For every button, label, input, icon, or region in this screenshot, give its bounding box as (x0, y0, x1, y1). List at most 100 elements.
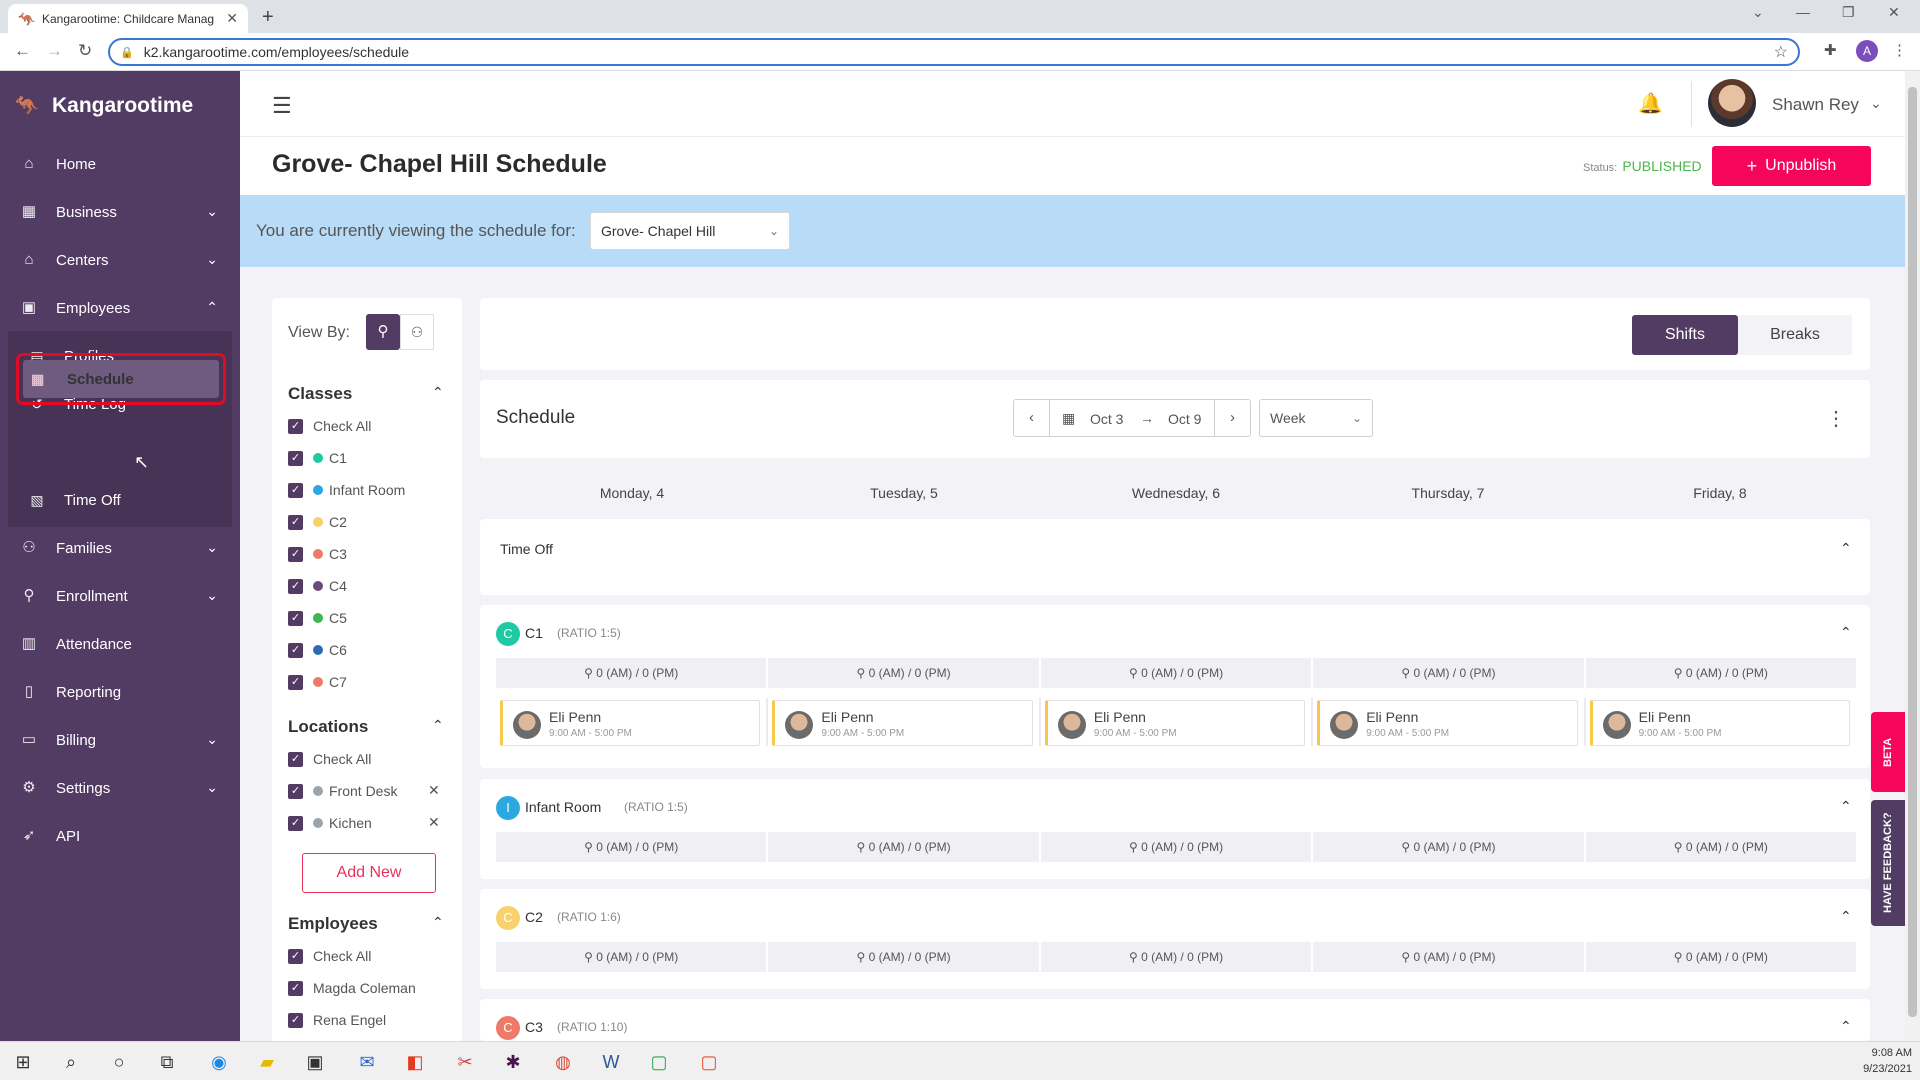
location-filter-front-desk[interactable]: ✓ Front Desk (288, 781, 397, 801)
minimize-icon[interactable]: — (1796, 4, 1810, 20)
camtasia-icon[interactable]: ▢ (646, 1049, 672, 1075)
location-filter-kichen[interactable]: ✓ Kichen (288, 813, 372, 833)
nav-families[interactable]: ⚇ Families ⌄ (0, 528, 240, 568)
shift-card[interactable]: Eli Penn 9:00 AM - 5:00 PM (500, 700, 761, 746)
checkbox-checked-icon[interactable]: ✓ (288, 450, 303, 466)
class-filter-c2[interactable]: ✓ C2 (288, 512, 347, 532)
employee-filter-magda[interactable]: ✓ Magda Coleman (288, 978, 416, 998)
center-select[interactable]: Grove- Chapel Hill ⌄ (590, 212, 790, 250)
nav-home[interactable]: ⌂ Home (0, 144, 240, 184)
shift-card[interactable]: Eli Penn 9:00 AM - 5:00 PM (772, 700, 1033, 746)
chevron-up-icon[interactable]: ⌃ (432, 914, 444, 931)
checkbox-checked-icon[interactable]: ✓ (288, 482, 303, 498)
checkbox-checked-icon[interactable]: ✓ (288, 418, 303, 434)
windows-start-icon[interactable]: ⊞ (10, 1049, 36, 1075)
checkbox-checked-icon[interactable]: ✓ (288, 674, 303, 690)
extensions-icon[interactable]: ✚ (1824, 41, 1837, 59)
system-clock[interactable]: 9:08 AM 9/23/2021 (1840, 1045, 1912, 1077)
nav-enrollment[interactable]: ⚲ Enrollment ⌄ (0, 576, 240, 616)
avatar[interactable] (1708, 79, 1756, 127)
checkbox-checked-icon[interactable]: ✓ (288, 783, 303, 799)
class-filter-c6[interactable]: ✓ C6 (288, 640, 347, 660)
sub-schedule[interactable]: ▦ Schedule (23, 360, 219, 398)
chevron-up-icon[interactable]: ⌃ (1840, 798, 1852, 815)
hamburger-menu-icon[interactable]: ☰ (272, 93, 292, 119)
class-filter-c1[interactable]: ✓ C1 (288, 448, 347, 468)
browser-tab[interactable]: 🦘 Kangarootime: Childcare Manag ✕ (8, 4, 248, 33)
calendar-icon[interactable]: ▦ (1062, 410, 1075, 427)
class-filter-infant-room[interactable]: ✓ Infant Room (288, 480, 405, 500)
snagit-icon[interactable]: ▢ (696, 1049, 722, 1075)
next-week-button[interactable]: › (1214, 400, 1250, 436)
date-to[interactable]: Oct 9 (1168, 411, 1201, 427)
user-name[interactable]: Shawn Rey (1772, 95, 1859, 115)
nav-employees[interactable]: ▣ Employees ⌃ (0, 288, 240, 328)
checkbox-checked-icon[interactable]: ✓ (288, 610, 303, 626)
checkbox-checked-icon[interactable]: ✓ (288, 642, 303, 658)
beta-tab[interactable]: BETA (1871, 712, 1905, 792)
bell-icon[interactable]: 🔔 (1638, 91, 1663, 116)
shifts-toggle[interactable]: Shifts (1632, 315, 1738, 355)
chevron-up-icon[interactable]: ⌃ (432, 717, 444, 734)
edge-icon[interactable]: ◉ (206, 1049, 232, 1075)
add-location-button[interactable]: Add New (302, 853, 436, 893)
scrollbar-thumb[interactable] (1908, 87, 1917, 1017)
chevron-up-icon[interactable]: ⌃ (1840, 624, 1852, 641)
class-filter-c3[interactable]: ✓ C3 (288, 544, 347, 564)
class-filter-c5[interactable]: ✓ C5 (288, 608, 347, 628)
class-filter-c7[interactable]: ✓ C7 (288, 672, 347, 692)
office-icon[interactable]: ◧ (402, 1049, 428, 1075)
back-icon[interactable]: ← (14, 41, 31, 61)
remove-location-icon[interactable]: ✕ (428, 814, 440, 831)
checkbox-checked-icon[interactable]: ✓ (288, 948, 303, 964)
shift-card[interactable]: Eli Penn 9:00 AM - 5:00 PM (1317, 700, 1578, 746)
word-icon[interactable]: W (598, 1049, 624, 1075)
store-icon[interactable]: ▣ (302, 1049, 328, 1075)
nav-business[interactable]: ▦ Business ⌄ (0, 192, 240, 232)
shift-card[interactable]: Eli Penn 9:00 AM - 5:00 PM (1044, 700, 1306, 746)
employee-filter-rena[interactable]: ✓ Rena Engel (288, 1010, 386, 1030)
remove-location-icon[interactable]: ✕ (428, 782, 440, 799)
forward-icon[interactable]: → (46, 41, 63, 61)
feedback-tab[interactable]: HAVE FEEDBACK? (1871, 800, 1905, 926)
period-select[interactable]: Week ⌄ (1259, 399, 1373, 437)
window-close-icon[interactable]: ✕ (1888, 4, 1900, 21)
chevron-up-icon[interactable]: ⌃ (432, 384, 444, 401)
chevron-up-icon[interactable]: ⌃ (1840, 540, 1852, 557)
task-view-icon[interactable]: ⧉ (154, 1049, 180, 1075)
chevron-up-icon[interactable]: ⌃ (1840, 1018, 1852, 1035)
bookmark-star-icon[interactable]: ☆ (1774, 42, 1788, 62)
unpublish-button[interactable]: + Unpublish (1712, 146, 1871, 186)
nav-settings[interactable]: ⚙ Settings ⌄ (0, 768, 240, 808)
slack-icon[interactable]: ✱ (500, 1049, 526, 1075)
tab-search-icon[interactable]: ⌄ (1752, 4, 1764, 21)
chevron-up-icon[interactable]: ⌃ (1840, 908, 1852, 925)
nav-reporting[interactable]: ▯ Reporting (0, 672, 240, 712)
more-options-icon[interactable]: ⋮ (1826, 406, 1846, 431)
search-icon[interactable]: ⌕ (58, 1049, 84, 1075)
checkbox-checked-icon[interactable]: ✓ (288, 1012, 303, 1028)
date-from[interactable]: Oct 3 (1090, 411, 1123, 427)
class-filter-c4[interactable]: ✓ C4 (288, 576, 347, 596)
checkbox-checked-icon[interactable]: ✓ (288, 815, 303, 831)
sub-time-off[interactable]: ▧ Time Off (8, 480, 232, 520)
restore-icon[interactable]: ❐ (1842, 4, 1855, 21)
brand-logo[interactable]: 🦘 Kangarootime (14, 93, 193, 119)
reload-icon[interactable]: ↻ (78, 41, 92, 61)
employee-filter-check-all[interactable]: ✓ Check All (288, 946, 371, 966)
new-tab-icon[interactable]: + (262, 6, 274, 29)
page-scrollbar[interactable] (1905, 71, 1920, 1041)
shift-card[interactable]: Eli Penn 9:00 AM - 5:00 PM (1589, 700, 1851, 746)
mail-icon[interactable]: ✉ (354, 1049, 380, 1075)
checkbox-checked-icon[interactable]: ✓ (288, 546, 303, 562)
nav-centers[interactable]: ⌂ Centers ⌄ (0, 240, 240, 280)
location-filter-check-all[interactable]: ✓ Check All (288, 749, 371, 769)
checkbox-checked-icon[interactable]: ✓ (288, 578, 303, 594)
close-tab-icon[interactable]: ✕ (226, 10, 238, 27)
previous-week-button[interactable]: ‹ (1014, 400, 1050, 436)
view-by-person-button[interactable]: ⚇ (400, 314, 434, 350)
snipping-icon[interactable]: ✂ (452, 1049, 478, 1075)
class-filter-check-all[interactable]: ✓ Check All (288, 416, 371, 436)
nav-api[interactable]: ➶ API (0, 816, 240, 856)
checkbox-checked-icon[interactable]: ✓ (288, 514, 303, 530)
